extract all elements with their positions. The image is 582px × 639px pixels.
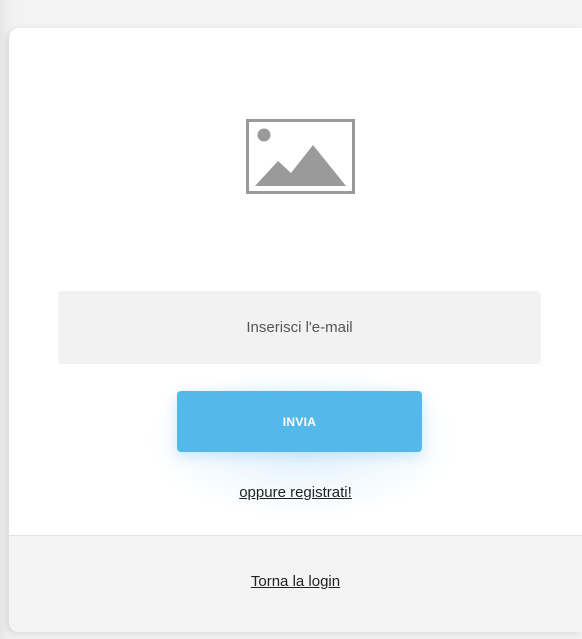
- register-link[interactable]: oppure registrati!: [9, 484, 582, 501]
- reset-password-card: INVIA oppure registrati! Torna la login: [9, 28, 582, 632]
- image-placeholder-icon: [246, 119, 355, 194]
- card-footer: Torna la login: [9, 535, 582, 632]
- email-field[interactable]: [58, 291, 541, 364]
- back-to-login-link[interactable]: Torna la login: [9, 573, 582, 590]
- submit-button[interactable]: INVIA: [177, 391, 422, 452]
- page-background: INVIA oppure registrati! Torna la login: [0, 0, 582, 639]
